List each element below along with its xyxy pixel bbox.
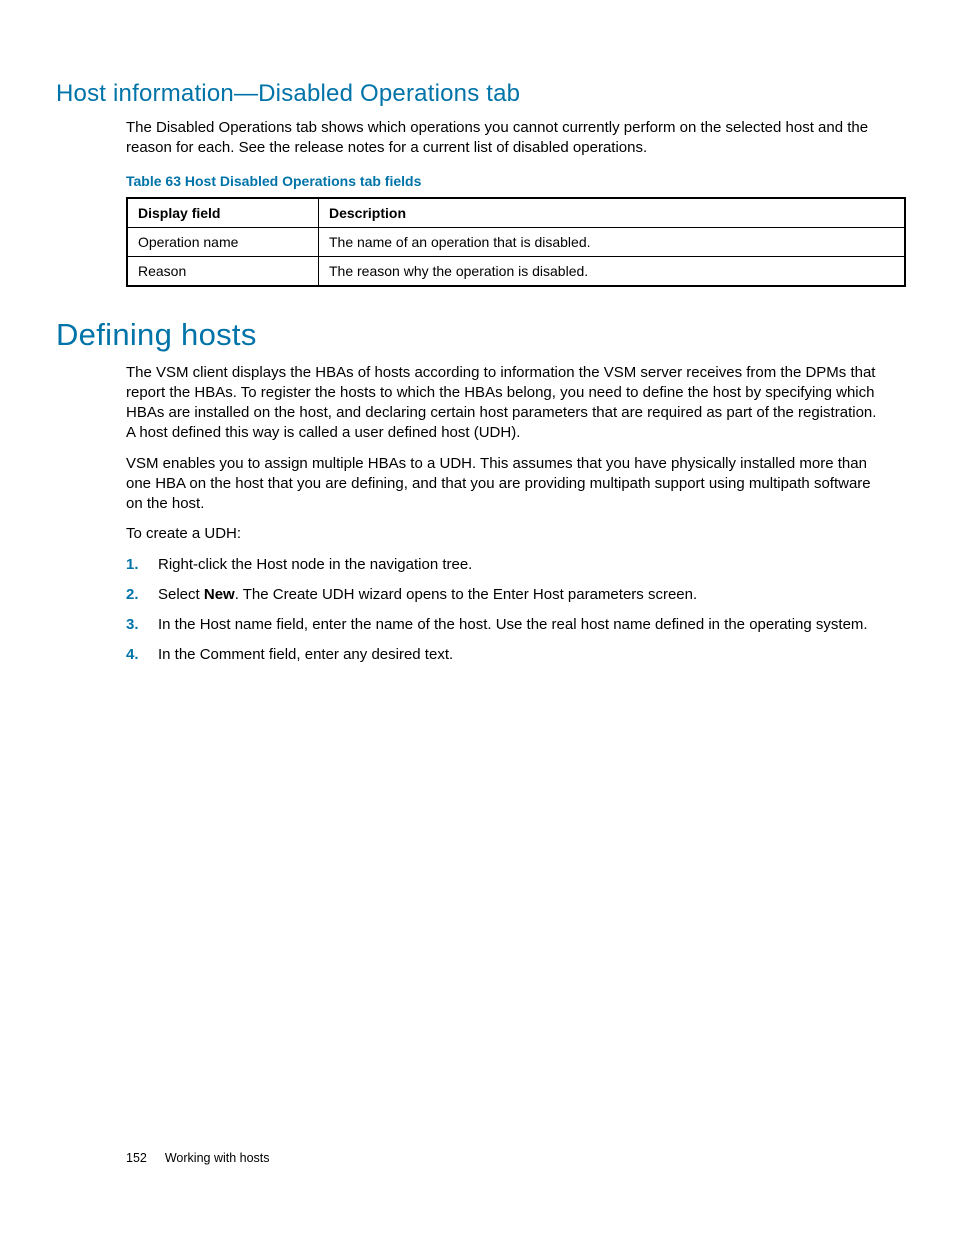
step-item: Select New. The Create UDH wizard opens …: [126, 585, 888, 605]
paragraph: To create a UDH:: [126, 524, 888, 544]
steps-list: Right-click the Host node in the navigat…: [126, 555, 888, 666]
table-header-display-field: Display field: [127, 198, 319, 228]
table-header-description: Description: [319, 198, 906, 228]
section-heading-disabled-ops: Host information—Disabled Operations tab: [56, 80, 898, 108]
table-row: Reason The reason why the operation is d…: [127, 256, 905, 286]
step-text-bold: New: [204, 586, 235, 603]
table-cell: The reason why the operation is disabled…: [319, 256, 906, 286]
table-cell: Reason: [127, 256, 319, 286]
table-header-row: Display field Description: [127, 198, 905, 228]
step-text-post: . The Create UDH wizard opens to the Ent…: [235, 586, 697, 603]
section-heading-defining-hosts: Defining hosts: [56, 317, 898, 353]
table-cell: Operation name: [127, 227, 319, 256]
fields-table: Display field Description Operation name…: [126, 197, 906, 287]
step-item: In the Comment field, enter any desired …: [126, 645, 888, 665]
table-row: Operation name The name of an operation …: [127, 227, 905, 256]
table-caption: Table 63 Host Disabled Operations tab fi…: [126, 173, 888, 189]
page-footer: 152 Working with hosts: [126, 1151, 270, 1165]
step-text-pre: Select: [158, 586, 204, 603]
table-cell: The name of an operation that is disable…: [319, 227, 906, 256]
step-item: Right-click the Host node in the navigat…: [126, 555, 888, 575]
page-number: 152: [126, 1151, 147, 1165]
chapter-title: Working with hosts: [165, 1151, 270, 1165]
step-item: In the Host name field, enter the name o…: [126, 615, 888, 635]
paragraph: The VSM client displays the HBAs of host…: [126, 363, 888, 444]
intro-paragraph: The Disabled Operations tab shows which …: [126, 118, 888, 159]
paragraph: VSM enables you to assign multiple HBAs …: [126, 454, 888, 515]
